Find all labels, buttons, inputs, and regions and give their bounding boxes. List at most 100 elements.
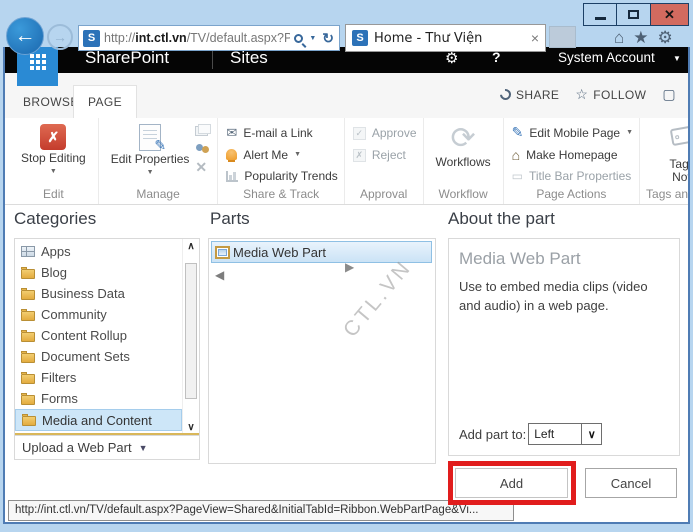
account-menu[interactable]: System Account <box>558 50 655 65</box>
maximize-icon <box>628 10 639 19</box>
edit-mobile-page-button[interactable]: ✎ Edit Mobile Page ▼ <box>510 122 633 144</box>
workflow-arrows-icon: ⟳ <box>451 124 476 154</box>
popularity-trends-label: Popularity Trends <box>244 169 337 183</box>
ribbon-group-edit: ✗ Stop Editing ▼ Edit <box>9 118 99 204</box>
about-part-name: Media Web Part <box>459 249 669 269</box>
folder-icon <box>22 416 36 426</box>
cancel-button[interactable]: Cancel <box>585 468 677 498</box>
scroll-up-icon[interactable]: ∧ <box>183 241 199 252</box>
maximize-button[interactable] <box>617 3 651 26</box>
browser-tab[interactable]: S Home - Thư Viện × <box>345 24 546 52</box>
share-label: SHARE <box>516 88 559 102</box>
sharepoint-brand: SharePoint <box>85 48 169 68</box>
make-homepage-button[interactable]: ⌂ Make Homepage <box>510 144 633 166</box>
title-bar-properties-button[interactable]: ▭ Title Bar Properties <box>510 165 633 187</box>
back-button[interactable]: ← <box>6 17 44 55</box>
forward-button[interactable]: → <box>47 24 73 50</box>
mobile-pencil-icon: ✎ <box>512 124 524 141</box>
bar-chart-icon <box>226 171 238 182</box>
email-link-label: E-mail a Link <box>243 126 312 140</box>
select-chevron-icon[interactable]: ∨ <box>581 424 601 444</box>
scroll-down-icon[interactable]: ∨ <box>183 422 199 433</box>
gear-icon[interactable]: ⚙ <box>658 28 673 48</box>
group-label-page-actions: Page Actions <box>510 187 633 204</box>
share-button[interactable]: SHARE <box>500 88 559 102</box>
edit-properties-label: Edit Properties <box>111 153 190 167</box>
tab-favicon: S <box>352 30 368 46</box>
group-label-share-track: Share & Track <box>224 187 337 204</box>
alert-me-button[interactable]: Alert Me ▼ <box>224 144 337 166</box>
account-caret-icon[interactable]: ▼ <box>673 54 681 63</box>
stop-editing-icon: ✗ <box>40 124 66 150</box>
sharepoint-favicon: S <box>83 30 100 47</box>
group-label-edit: Edit <box>15 187 92 204</box>
category-item-business-data[interactable]: Business Data <box>15 283 182 304</box>
manage-small-buttons: ✕ <box>195 122 211 178</box>
upload-web-part-label: Upload a Web Part <box>22 440 132 455</box>
address-bar[interactable]: S http://int.ctl.vn/TV/default.aspx?Pa ▼… <box>78 25 340 51</box>
app-launcher-grid-icon <box>30 54 46 70</box>
category-item-apps[interactable]: Apps <box>15 241 182 262</box>
search-icon[interactable] <box>294 34 303 43</box>
parts-left-arrow-icon: ◀ <box>215 268 224 282</box>
edit-mobile-page-label: Edit Mobile Page <box>529 126 620 140</box>
category-label: Business Data <box>41 286 125 301</box>
permissions-icon[interactable] <box>195 142 211 155</box>
tab-page[interactable]: PAGE <box>73 85 137 118</box>
ribbon-tab-row: BROWSE PAGE SHARE ☆ FOLLOW ▢ <box>5 73 688 118</box>
stop-editing-button[interactable]: ✗ Stop Editing ▼ <box>15 122 92 177</box>
page-viewport: SharePoint Sites ⚙ ? System Account ▼ BR… <box>3 47 690 524</box>
folder-icon <box>21 353 35 363</box>
workflows-button[interactable]: ⟳ Workflows <box>430 122 497 172</box>
envelope-icon: ✉ <box>226 125 237 141</box>
category-item-community[interactable]: Community <box>15 304 182 325</box>
category-item-media-and-content[interactable]: Media and Content <box>15 409 182 431</box>
email-link-button[interactable]: ✉ E-mail a Link <box>224 122 337 144</box>
parts-heading: Parts <box>210 209 250 229</box>
title-bar-icon: ▭ <box>512 169 523 183</box>
category-item-content-rollup[interactable]: Content Rollup <box>15 325 182 346</box>
edit-mobile-caret-icon: ▼ <box>626 129 633 136</box>
about-panel: Media Web Part Use to embed media clips … <box>448 238 680 456</box>
category-label: Filters <box>41 370 76 385</box>
category-item-document-sets[interactable]: Document Sets <box>15 346 182 367</box>
alert-me-caret-icon: ▼ <box>294 151 301 158</box>
tab-close-icon[interactable]: × <box>531 30 539 46</box>
categories-scrollbar[interactable]: ∧ ∨ <box>182 239 199 435</box>
approve-button[interactable]: ✓ Approve <box>351 122 417 144</box>
follow-button[interactable]: ☆ FOLLOW <box>575 86 646 103</box>
tags-notes-button[interactable]: Tags & Notes <box>646 122 690 187</box>
minimize-button[interactable] <box>583 3 617 26</box>
edit-properties-caret-icon: ▼ <box>147 169 154 176</box>
categories-list: Apps Blog Business Data Community <box>15 241 182 431</box>
sites-link[interactable]: Sites <box>230 48 268 68</box>
versions-icon[interactable] <box>195 126 208 136</box>
scrollbar-thumb[interactable] <box>185 263 197 399</box>
address-caret-icon[interactable]: ▼ <box>309 35 316 42</box>
browser-toolbar-icons: ⌂ ★ ⚙ <box>614 28 673 48</box>
category-item-blog[interactable]: Blog <box>15 262 182 283</box>
ribbon-group-page-actions: ✎ Edit Mobile Page ▼ ⌂ Make Homepage ▭ T… <box>504 118 640 204</box>
selection-underline <box>15 433 199 435</box>
category-label: Apps <box>41 244 71 259</box>
category-item-forms[interactable]: Forms <box>15 388 182 409</box>
reject-button[interactable]: ✗ Reject <box>351 144 417 166</box>
home-icon[interactable]: ⌂ <box>614 28 624 48</box>
tab-title: Home - Thư Viện <box>374 31 525 46</box>
upload-web-part-button[interactable]: Upload a Web Part ▼ <box>14 436 200 460</box>
popularity-trends-button[interactable]: Popularity Trends <box>224 165 337 187</box>
ribbon-right-actions: SHARE ☆ FOLLOW ▢ <box>500 86 676 103</box>
categories-heading: Categories <box>14 209 96 229</box>
favorites-star-icon[interactable]: ★ <box>633 28 648 48</box>
tag-icon <box>669 124 690 156</box>
focus-mode-icon[interactable]: ▢ <box>662 86 676 103</box>
note-icon <box>689 141 690 156</box>
refresh-icon[interactable]: ↻ <box>322 30 334 47</box>
close-button[interactable]: ✕ <box>651 3 689 26</box>
address-url[interactable]: http://int.ctl.vn/TV/default.aspx?Pa <box>104 31 290 45</box>
delete-page-icon[interactable]: ✕ <box>195 161 211 173</box>
new-tab-button[interactable] <box>549 26 576 48</box>
add-part-to-select[interactable]: Left ∨ <box>528 423 602 445</box>
edit-properties-button[interactable]: ✎ Edit Properties ▼ <box>105 122 196 178</box>
category-item-filters[interactable]: Filters <box>15 367 182 388</box>
